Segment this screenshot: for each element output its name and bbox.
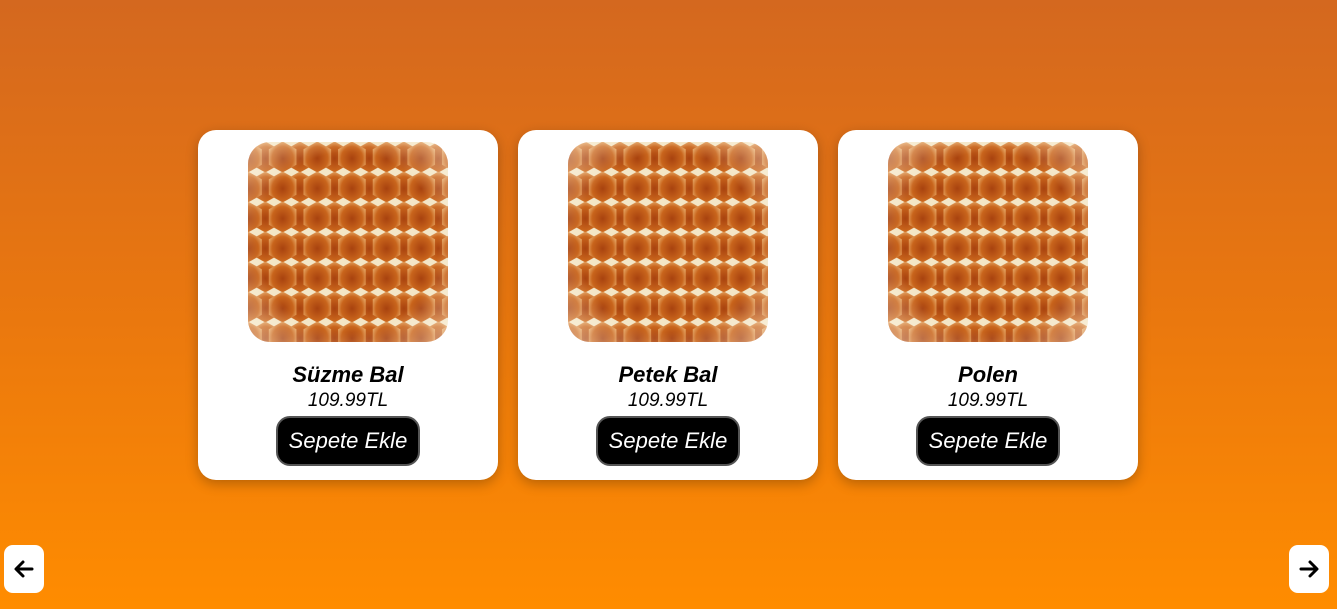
- product-card: Petek Bal 109.99TL Sepete Ekle: [518, 130, 818, 480]
- product-image: [888, 142, 1088, 342]
- product-price: 109.99TL: [307, 390, 389, 411]
- next-button[interactable]: [1289, 545, 1329, 593]
- product-image: [248, 142, 448, 342]
- previous-button[interactable]: [4, 545, 44, 593]
- product-name: Süzme Bal: [292, 362, 404, 387]
- add-to-cart-button[interactable]: Sepete Ekle: [275, 416, 421, 466]
- product-name: Polen: [958, 362, 1018, 387]
- product-image: [568, 142, 768, 342]
- product-name: Petek Bal: [618, 362, 718, 387]
- product-card: Polen 109.99TL Sepete Ekle: [838, 130, 1138, 480]
- add-to-cart-button[interactable]: Sepete Ekle: [915, 416, 1061, 466]
- product-card: Süzme Bal 109.99TL Sepete Ekle: [198, 130, 498, 480]
- arrow-left-icon: [14, 560, 34, 578]
- product-price: 109.99TL: [947, 390, 1029, 411]
- add-to-cart-button[interactable]: Sepete Ekle: [595, 416, 741, 466]
- arrow-right-icon: [1299, 560, 1319, 578]
- product-price: 109.99TL: [627, 390, 709, 411]
- product-list: Süzme Bal 109.99TL Sepete Ekle Petek Bal…: [198, 130, 1138, 480]
